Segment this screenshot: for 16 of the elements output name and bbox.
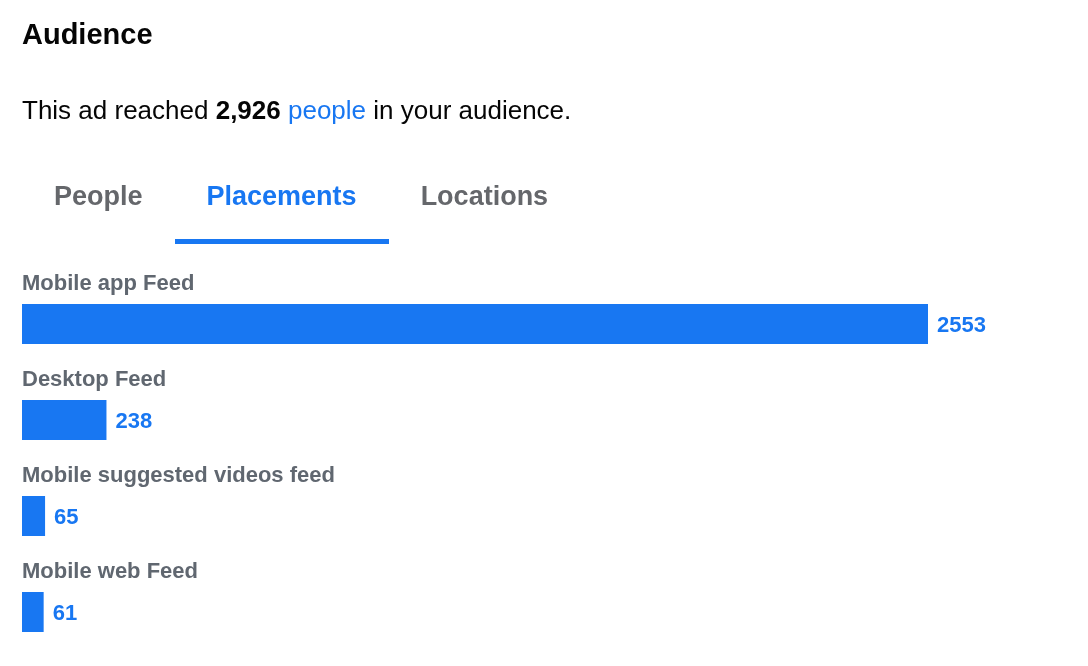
value-label: 61 xyxy=(52,599,78,625)
bar xyxy=(22,495,46,536)
reach-summary: This ad reached 2,926 people in your audience. xyxy=(22,94,572,126)
tab[interactable]: People xyxy=(22,164,175,244)
value-label: 238 xyxy=(115,407,153,433)
category-label: Mobile web Feed xyxy=(22,557,199,583)
category-label: Desktop Feed xyxy=(22,365,167,391)
category-label: Mobile app Feed xyxy=(22,269,195,295)
tab[interactable]: Placements xyxy=(174,164,389,244)
value-label: 2553 xyxy=(937,311,986,337)
value-label: 65 xyxy=(54,503,79,529)
bar xyxy=(22,591,44,632)
tab[interactable]: Locations xyxy=(388,164,581,244)
category-label: Mobile suggested videos feed xyxy=(22,461,335,487)
section-title: Audience xyxy=(22,17,153,52)
people-link[interactable]: people xyxy=(288,95,367,125)
